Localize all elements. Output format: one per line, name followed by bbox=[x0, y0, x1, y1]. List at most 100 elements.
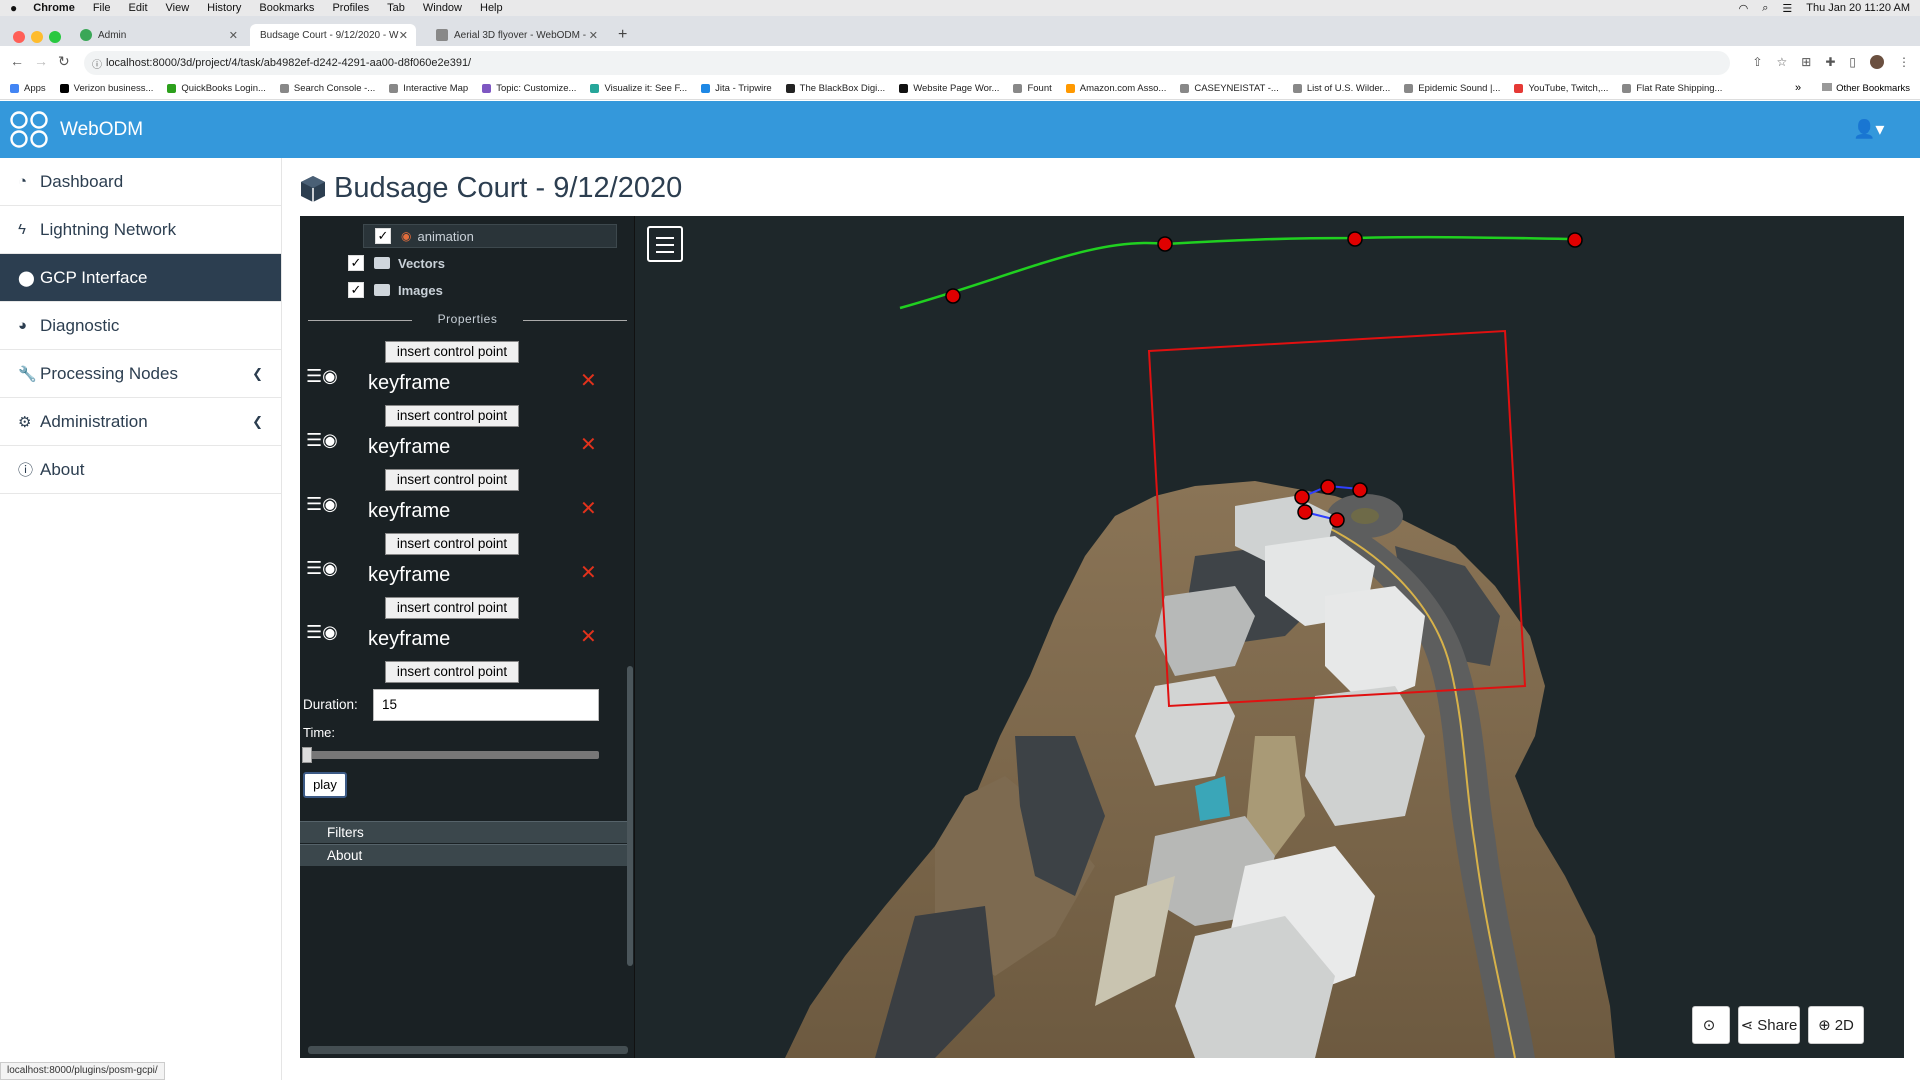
address-bar[interactable]: ⓘ localhost:8000/3d/project/4/task/ab498… bbox=[84, 51, 1730, 75]
menu-view[interactable]: View bbox=[166, 2, 190, 14]
reload-icon[interactable]: ↻ bbox=[58, 53, 70, 70]
share-page-icon[interactable]: ⇧ bbox=[1752, 55, 1762, 69]
bookmark-item[interactable]: Epidemic Sound |... bbox=[1404, 83, 1500, 94]
menu-file[interactable]: File bbox=[93, 2, 111, 14]
tab-flyover[interactable]: Aerial 3D flyover - WebODM - ✕ bbox=[426, 24, 606, 46]
menu-profiles[interactable]: Profiles bbox=[332, 2, 369, 14]
bookmark-item[interactable]: Topic: Customize... bbox=[482, 83, 576, 94]
minimize-window-button[interactable] bbox=[31, 31, 43, 43]
puzzle-icon[interactable]: ✚ bbox=[1825, 55, 1835, 69]
brand-name[interactable]: WebODM bbox=[60, 119, 143, 141]
insert-control-point-button[interactable]: insert control point bbox=[385, 405, 519, 427]
bookmark-item[interactable]: Verizon business... bbox=[59, 83, 153, 94]
sidebar-item-diagnostic[interactable]: ◕ Diagnostic bbox=[0, 302, 281, 350]
north-button[interactable]: ⊙ bbox=[1692, 1006, 1730, 1044]
drag-handle-icon[interactable]: ☰◉ bbox=[306, 430, 338, 451]
menu-history[interactable]: History bbox=[207, 2, 241, 14]
apple-menu-icon[interactable]: ● bbox=[10, 1, 17, 15]
bookmark-item[interactable]: Fount bbox=[1013, 83, 1052, 94]
drag-handle-icon[interactable]: ☰◉ bbox=[306, 558, 338, 579]
other-bookmarks[interactable]: Other Bookmarks bbox=[1822, 83, 1910, 94]
wifi-icon[interactable]: ◠ bbox=[1739, 2, 1749, 15]
delete-keyframe-icon[interactable]: ✕ bbox=[580, 432, 597, 457]
tree-label[interactable]: Images bbox=[398, 283, 443, 298]
images-checkbox[interactable]: ✓ bbox=[348, 282, 364, 298]
bookmark-item[interactable]: Jita - Tripwire bbox=[701, 83, 772, 94]
drag-handle-icon[interactable]: ☰◉ bbox=[306, 366, 338, 387]
bookmark-item[interactable]: Visualize it: See F... bbox=[590, 83, 687, 94]
sidebar-item-processing-nodes[interactable]: 🔧 Processing Nodes ❮ bbox=[0, 350, 281, 398]
search-icon[interactable]: ⌕ bbox=[1762, 2, 1768, 15]
sidebar-icon[interactable]: ▯ bbox=[1849, 55, 1856, 69]
webodm-logo-icon[interactable] bbox=[9, 111, 51, 149]
close-tab-icon[interactable]: ✕ bbox=[399, 29, 408, 42]
about-section[interactable]: About bbox=[300, 844, 630, 866]
sidebar-item-about[interactable]: ⓘ About bbox=[0, 446, 281, 494]
bookmark-item[interactable]: Amazon.com Asso... bbox=[1065, 83, 1166, 94]
play-button[interactable]: play bbox=[303, 772, 347, 798]
point-cloud-scene[interactable] bbox=[635, 216, 1904, 1058]
more-bookmarks-button[interactable]: » bbox=[1795, 82, 1801, 94]
drag-handle-icon[interactable]: ☰◉ bbox=[306, 622, 338, 643]
bookmark-item[interactable]: Flat Rate Shipping... bbox=[1622, 83, 1722, 94]
tab-admin[interactable]: Admin ✕ bbox=[70, 24, 246, 46]
clock[interactable]: Thu Jan 20 11:20 AM bbox=[1806, 2, 1910, 14]
menu-edit[interactable]: Edit bbox=[129, 2, 148, 14]
sidebar-item-dashboard[interactable]: ◔ Dashboard bbox=[0, 158, 281, 206]
tree-label[interactable]: Vectors bbox=[398, 256, 445, 271]
insert-control-point-button[interactable]: insert control point bbox=[385, 533, 519, 555]
potree-viewer[interactable]: ✓ ◉ animation ✓ Vectors ✓ Images Propert… bbox=[300, 216, 1904, 1058]
vectors-checkbox[interactable]: ✓ bbox=[348, 255, 364, 271]
delete-keyframe-icon[interactable]: ✕ bbox=[580, 560, 597, 585]
duration-input[interactable]: 15 bbox=[373, 689, 599, 721]
viewer-menu-button[interactable] bbox=[647, 226, 683, 262]
panel-scrollbar[interactable] bbox=[627, 666, 633, 966]
bookmark-apps[interactable]: Apps bbox=[10, 83, 46, 94]
menu-bookmarks[interactable]: Bookmarks bbox=[259, 2, 314, 14]
bookmark-item[interactable]: List of U.S. Wilder... bbox=[1292, 83, 1390, 94]
info-icon[interactable]: ⓘ bbox=[92, 56, 102, 71]
delete-keyframe-icon[interactable]: ✕ bbox=[580, 496, 597, 521]
insert-control-point-button[interactable]: insert control point bbox=[385, 661, 519, 683]
bookmark-item[interactable]: Interactive Map bbox=[389, 83, 468, 94]
tab-budsage[interactable]: Budsage Court - 9/12/2020 - W ✕ bbox=[250, 24, 416, 46]
panel-horizontal-scrollbar[interactable] bbox=[308, 1046, 628, 1054]
profile-avatar[interactable] bbox=[1870, 55, 1884, 69]
app-menu[interactable]: Chrome bbox=[33, 2, 75, 14]
insert-control-point-button[interactable]: insert control point bbox=[385, 597, 519, 619]
control-center-icon[interactable]: ☰ bbox=[1782, 2, 1792, 15]
bookmark-star-icon[interactable]: ☆ bbox=[1777, 55, 1788, 69]
bookmark-item[interactable]: The BlackBox Digi... bbox=[785, 83, 885, 94]
close-window-button[interactable] bbox=[13, 31, 25, 43]
bookmark-item[interactable]: Search Console -... bbox=[279, 83, 375, 94]
filters-section[interactable]: Filters bbox=[300, 821, 630, 843]
bookmark-item[interactable]: Website Page Wor... bbox=[899, 83, 999, 94]
time-slider-handle[interactable] bbox=[302, 747, 312, 763]
sidebar-item-lightning-network[interactable]: ϟ Lightning Network bbox=[0, 206, 281, 254]
maximize-window-button[interactable] bbox=[49, 31, 61, 43]
drag-handle-icon[interactable]: ☰◉ bbox=[306, 494, 338, 515]
share-button[interactable]: ⋖ Share bbox=[1738, 1006, 1800, 1044]
time-slider[interactable] bbox=[308, 751, 599, 759]
forward-icon[interactable]: → bbox=[34, 53, 48, 69]
animation-checkbox[interactable]: ✓ bbox=[375, 228, 391, 244]
sidebar-item-gcp-interface[interactable]: ⬤ GCP Interface bbox=[0, 254, 281, 302]
menu-help[interactable]: Help bbox=[480, 2, 503, 14]
close-tab-icon[interactable]: ✕ bbox=[229, 29, 238, 42]
view-2d-button[interactable]: ⊕ 2D bbox=[1808, 1006, 1864, 1044]
insert-control-point-button[interactable]: insert control point bbox=[385, 341, 519, 363]
delete-keyframe-icon[interactable]: ✕ bbox=[580, 624, 597, 649]
extensions-icon[interactable]: ⊞ bbox=[1801, 55, 1811, 69]
menu-window[interactable]: Window bbox=[423, 2, 462, 14]
kebab-menu-icon[interactable]: ⋮ bbox=[1898, 55, 1910, 69]
menu-tab[interactable]: Tab bbox=[387, 2, 405, 14]
insert-control-point-button[interactable]: insert control point bbox=[385, 469, 519, 491]
delete-keyframe-icon[interactable]: ✕ bbox=[580, 368, 597, 393]
bookmark-item[interactable]: QuickBooks Login... bbox=[167, 83, 266, 94]
sidebar-item-administration[interactable]: ⚙ Administration ❮ bbox=[0, 398, 281, 446]
close-tab-icon[interactable]: ✕ bbox=[589, 29, 598, 42]
bookmark-item[interactable]: CASEYNEISTAT -... bbox=[1180, 83, 1279, 94]
new-tab-button[interactable]: + bbox=[618, 26, 627, 44]
back-icon[interactable]: ← bbox=[10, 53, 24, 69]
user-menu-icon[interactable]: 👤▾ bbox=[1853, 119, 1884, 140]
